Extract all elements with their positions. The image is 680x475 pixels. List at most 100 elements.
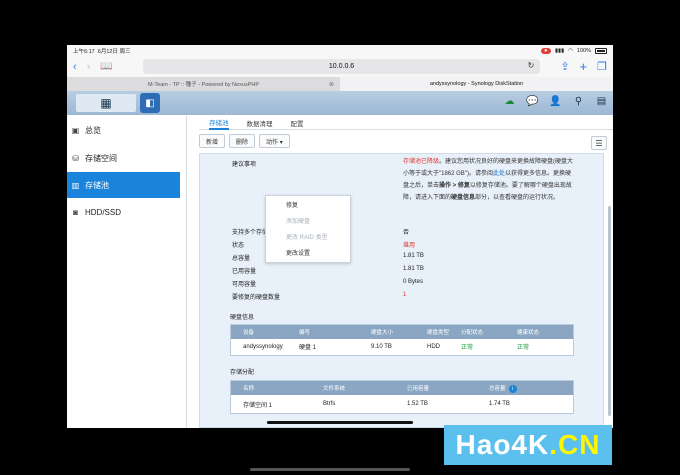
column-header: 分配状态 [461,330,484,336]
sidebar-item-label: 总览 [85,125,101,135]
sidebar-item-label: 存储池 [85,180,109,190]
detail-value-status: 堪用 [403,243,416,249]
screen-record-icon[interactable]: ⏺ [540,47,552,54]
suggest-label: 建议事项 [232,162,257,168]
bookmarks-icon[interactable]: 📖 [100,61,112,72]
sidebar-item-label: 存储空间 [85,153,117,163]
column-header: 硬盘大小 [371,330,394,336]
dsm-taskbar: ▦ ◧ ☁ 💬 👤 ⚲ ▤ [67,91,613,115]
wifi-icon: ◠ [568,47,573,54]
detail-value: 否 [403,230,410,236]
new-tab-icon[interactable]: + [580,59,588,74]
user-icon[interactable]: 👤 [548,94,563,109]
sub-tabs: 存储池 数据清理 配置 [199,116,613,130]
suggest-text: 存储池已降级。建议您用状况良好的硬盘来更换故障硬盘(硬盘大小等于或大于"1862… [403,156,575,204]
cell: 1.52 TB [407,401,428,407]
tab-storage-pool[interactable]: 存储池 [209,116,229,130]
cell: andyssynology [243,343,283,350]
cell-health-status: 正常 [517,345,530,351]
home-indicator[interactable] [267,421,413,424]
column-header: 名称 [243,386,255,392]
back-icon[interactable]: ‹ [73,61,77,73]
column-header: 健康状态 [517,330,540,336]
create-button[interactable]: 新增 [199,134,226,148]
cell: 9.10 TB [371,343,392,350]
suggest-bold: 硬盘信息 [451,195,476,201]
delete-button[interactable]: 删除 [229,134,256,148]
browser-tabs: M-Team - TP :: 種子 - Powered by NexusPHP … [67,77,613,91]
suggest-degraded: 存储池已降级 [403,159,440,165]
sidebar-item-storage-pool[interactable]: ▥ 存储池 [67,172,180,198]
cloud-sync-icon[interactable]: ☁ [502,94,517,109]
grid-icon: ▦ [100,96,112,110]
pool-detail-panel: 建议事项 存储池已降级。建议您用状况良好的硬盘来更换故障硬盘(硬盘大小等于或大于… [199,153,604,428]
hdd-icon: ◙ [73,207,78,217]
cell: HDD [427,343,440,350]
disk-info-table: 设备 编号 硬盘大小 硬盘类型 分配状态 健康状态 andyssynology … [230,324,574,356]
main-menu-button[interactable]: ▦ [76,94,136,112]
storage-alloc-table: 名称 文件系统 已用容量 总容量 i 存储空间 1 Btrfs 1.52 TB 1… [230,380,574,414]
table-row[interactable]: 存储空间 1 Btrfs 1.52 TB 1.74 TB [231,395,573,413]
search-icon[interactable]: ⚲ [571,94,586,109]
table-row[interactable]: andyssynology 硬盘 1 9.10 TB HDD 正常 正常 [231,339,573,354]
menu-item-change-settings[interactable]: 更改设置 [266,244,350,260]
detail-value: 1.81 TB [403,266,424,272]
list-view-button[interactable]: ☰ [591,136,607,150]
cell-alloc-status: 正常 [461,345,474,351]
browser-toolbar: ‹ › 📖 10.0.0.6 ↻ ⇪ + ❐ [67,56,613,77]
widgets-icon[interactable]: ▤ [594,94,609,109]
address-bar[interactable]: 10.0.0.6 ↻ [142,59,541,74]
suggest-link[interactable]: 此处 [493,171,505,177]
browser-tab-mteam[interactable]: M-Team - TP :: 種子 - Powered by NexusPHP … [67,77,340,91]
sidebar-item-hdd-ssd[interactable]: ◙ HDD/SSD [67,198,186,226]
storage-space-icon: ⛁ [72,153,79,163]
detail-value: 0 Bytes [403,279,424,285]
menu-item-add-disk: 添加硬盘 [286,218,311,225]
tab-settings[interactable]: 配置 [291,118,304,128]
column-header: 已用容量 [407,386,430,392]
browser-tab-label: M-Team - TP :: 種子 - Powered by NexusPHP [147,82,260,88]
storage-manager-app-icon[interactable]: ◧ [140,93,160,113]
signal-icon: ▮▮▮ [555,47,565,54]
menu-item-change-raid: 更改 RAID 类型 [286,234,328,241]
address-text: 10.0.0.6 [328,63,355,70]
sidebar-item-overview[interactable]: ▣ 总览 [67,116,186,144]
storage-alloc-title: 存储分配 [230,370,255,376]
share-icon[interactable]: ⇪ [560,60,569,73]
cell: 硬盘 1 [299,345,317,351]
cell: 存储空间 1 [243,402,273,409]
disk-info-title: 硬盘信息 [230,315,255,321]
pool-toolbar: 新增 删除 动作 ▾ [199,130,613,152]
info-icon[interactable]: i [508,384,517,393]
table-header: 设备 编号 硬盘大小 硬盘类型 分配状态 健康状态 [231,325,573,339]
menu-item-repair[interactable]: 修复 [266,196,350,212]
status-time: 上午6:17 [73,48,95,55]
table-header: 名称 文件系统 已用容量 总容量 i [231,381,573,395]
battery-text: 100% [576,47,591,54]
suggest-bold: 操作 > 修复 [439,183,470,189]
browser-tab-synology[interactable]: andyssynology - Synology DiskStation [340,77,613,91]
tab-data-scrub[interactable]: 数据清理 [247,118,273,128]
action-button[interactable]: 动作 ▾ [259,134,290,148]
detail-label: 状态 [232,243,245,249]
watermark-logo: Hao4K .CN [444,425,612,465]
column-header: 文件系统 [323,386,346,392]
suggest-part: 部分，以查看硬盘的运行状况。 [475,195,560,201]
sidebar-item-label: HDD/SSD [85,207,122,217]
overview-icon: ▣ [71,125,80,135]
column-header: 设备 [243,330,255,336]
tabs-icon[interactable]: ❐ [597,60,607,73]
forward-icon[interactable]: › [87,61,91,73]
storage-pool-icon: ▥ [71,180,80,190]
close-tab-icon[interactable]: ⊗ [329,81,334,88]
status-date: 6月12日 周三 [97,48,131,55]
reload-icon[interactable]: ↻ [528,61,535,70]
scrollbar[interactable] [608,206,611,416]
sidebar-item-storage-space[interactable]: ⛁ 存储空间 [67,144,186,172]
notifications-icon[interactable]: 💬 [525,94,540,109]
storage-manager-sidebar: ▣ 总览 ⛁ 存储空间 ▥ 存储池 ◙ HDD/SSD [67,116,187,428]
action-menu: 修复 添加硬盘 更改 RAID 类型 更改设置 [265,195,351,263]
watermark-suffix: .CN [549,429,601,460]
cell: Btrfs [323,401,336,407]
list-icon: ☰ [595,138,603,148]
